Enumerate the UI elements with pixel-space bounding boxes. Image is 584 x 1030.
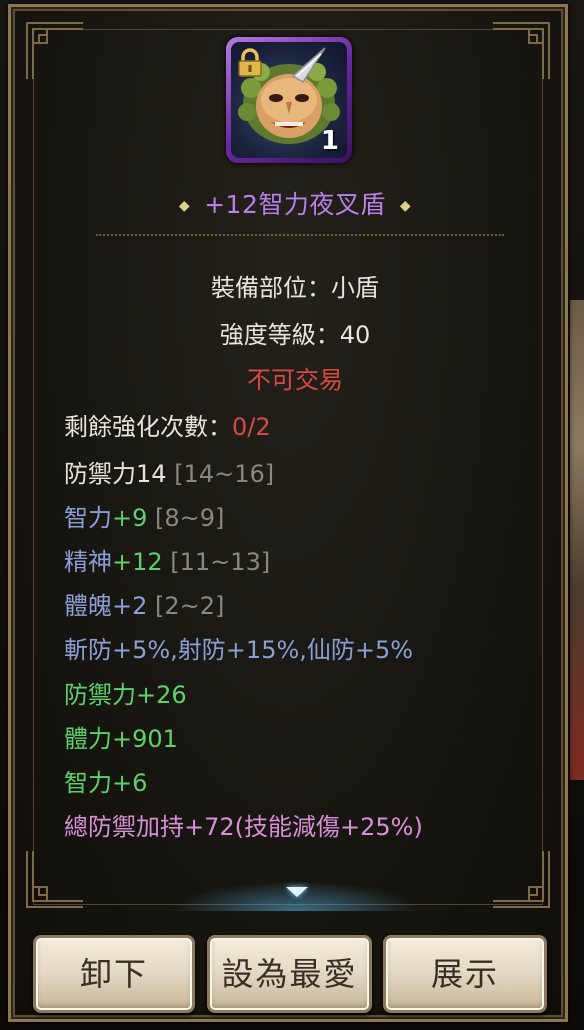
defense-range: [14~16] xyxy=(174,460,275,488)
defense-label: 防禦力14 xyxy=(64,460,167,488)
body-row: 體魄+2 [2~2] xyxy=(64,586,224,621)
equip-slot: 裝備部位：小盾 xyxy=(211,274,379,302)
bonus-hp: 體力+901 xyxy=(64,725,178,753)
diamond-ornament-icon: ◆ xyxy=(178,198,191,214)
spirit-range: [11~13] xyxy=(170,548,271,576)
body-range: [2~2] xyxy=(155,592,225,620)
item-tooltip-panel: 1 ◆ +12智力夜叉盾 ◆ 裝備部位：小盾 強度等級：40 不可交易 剩餘強化次數… xyxy=(8,4,568,1022)
corner-ornament-icon xyxy=(26,851,83,908)
game-scene: 1 ◆ +12智力夜叉盾 ◆ 裝備部位：小盾 強度等級：40 不可交易 剩餘強化次數… xyxy=(0,0,584,1030)
corner-ornament-icon xyxy=(493,22,550,79)
defense-row: 防禦力14 [14~16] xyxy=(64,454,274,489)
item-name-row: ◆ +12智力夜叉盾 ◆ xyxy=(11,185,579,221)
unequip-button[interactable]: 卸下 xyxy=(33,935,195,1013)
corner-ornament-icon xyxy=(493,851,550,908)
body-label: 體魄+2 xyxy=(64,592,148,620)
item-name: +12智力夜叉盾 xyxy=(204,190,386,219)
show-button[interactable]: 展示 xyxy=(383,935,547,1013)
divider xyxy=(96,234,504,236)
spirit-row: 精神+12 [11~13] xyxy=(64,542,270,577)
int-range: [8~9] xyxy=(155,504,225,532)
trade-status: 不可交易 xyxy=(247,366,343,394)
diamond-ornament-icon: ◆ xyxy=(399,198,412,214)
corner-ornament-icon xyxy=(26,22,83,79)
spirit-label: 精神 xyxy=(64,548,112,576)
int-value: +9 xyxy=(112,504,148,532)
item-level: 強度等級：40 xyxy=(219,321,371,349)
item-icon-slot[interactable]: 1 xyxy=(226,37,352,163)
refine-label: 剩餘強化次數： xyxy=(64,413,232,441)
refine-value: 0/2 xyxy=(232,413,271,441)
int-row: 智力+9 [8~9] xyxy=(64,498,224,533)
int-label: 智力 xyxy=(64,504,112,532)
resist-row: 斬防+5%,射防+15%,仙防+5% xyxy=(64,636,414,664)
spirit-value: +12 xyxy=(112,548,163,576)
item-count: 1 xyxy=(320,126,339,156)
favorite-button[interactable]: 設為最愛 xyxy=(207,935,372,1013)
scroll-down-arrow-icon[interactable] xyxy=(286,887,308,897)
bonus-int: 智力+6 xyxy=(64,769,148,797)
bonus-defense: 防禦力+26 xyxy=(64,681,187,709)
refine-count-row: 剩餘強化次數：0/2 xyxy=(64,407,271,442)
set-bonus: 總防禦加持+72(技能減傷+25%) xyxy=(64,813,423,841)
lock-icon xyxy=(238,48,262,77)
